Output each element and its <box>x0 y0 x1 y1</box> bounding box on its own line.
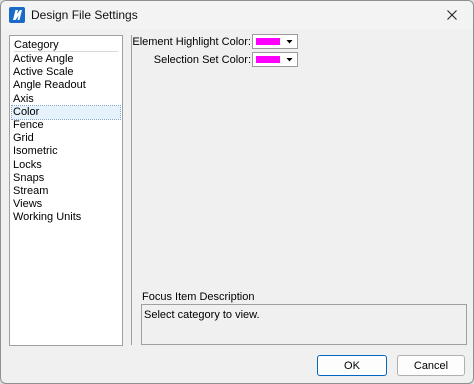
category-item[interactable]: Active Angle <box>12 53 120 66</box>
category-item[interactable]: Isometric <box>12 145 120 158</box>
selection-set-row: Selection Set Color: <box>141 52 301 68</box>
chevron-down-icon <box>286 40 293 44</box>
selection-set-color-dropdown[interactable] <box>252 52 298 67</box>
color-swatch <box>256 38 280 45</box>
selection-set-label: Selection Set Color: <box>153 54 251 66</box>
focus-description-label: Focus Item Description <box>142 291 255 303</box>
app-logo-icon <box>9 7 25 23</box>
category-item[interactable]: Angle Readout <box>12 79 120 92</box>
ok-button[interactable]: OK <box>317 355 387 376</box>
color-swatch <box>256 56 280 63</box>
dialog-window: Design File Settings Category Active Ang… <box>0 0 474 384</box>
category-item[interactable]: Grid <box>12 132 120 145</box>
category-item[interactable]: Working Units <box>12 211 120 224</box>
category-item[interactable]: Views <box>12 198 120 211</box>
category-header[interactable]: Category <box>14 38 118 52</box>
category-item[interactable]: Snaps <box>12 172 120 185</box>
category-listbox[interactable]: Category Active Angle Active Scale Angle R… <box>9 35 123 346</box>
close-button[interactable] <box>439 5 465 25</box>
element-highlight-label: Element Highlight Color: <box>132 36 251 48</box>
category-item[interactable]: Color <box>11 104 121 120</box>
category-item[interactable]: Active Scale <box>12 66 120 79</box>
cancel-button[interactable]: Cancel <box>397 355 465 376</box>
category-item[interactable]: Stream <box>12 185 120 198</box>
category-item[interactable]: Locks <box>12 159 120 172</box>
window-title: Design File Settings <box>31 8 138 22</box>
close-icon <box>447 10 457 20</box>
category-item[interactable]: Axis <box>12 93 120 106</box>
title-bar[interactable]: Design File Settings <box>1 1 473 29</box>
category-list[interactable]: Active Angle Active Scale Angle Readout Axi… <box>11 53 121 224</box>
focus-description-box: Select category to view. <box>141 304 467 345</box>
element-highlight-color-dropdown[interactable] <box>252 34 298 49</box>
chevron-down-icon <box>286 58 293 62</box>
focus-description-text: Select category to view. <box>144 309 260 321</box>
panel-divider <box>131 35 132 345</box>
category-item[interactable]: Fence <box>12 119 120 132</box>
element-highlight-row: Element Highlight Color: <box>132 34 301 50</box>
